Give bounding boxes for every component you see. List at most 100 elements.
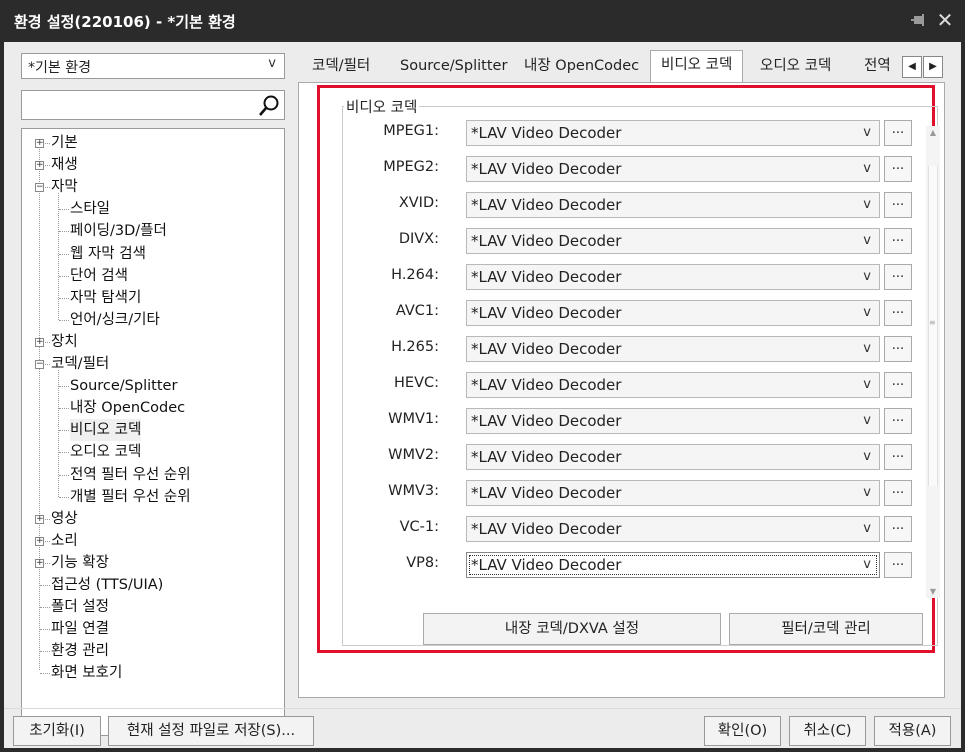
- tree-item[interactable]: 스타일: [70, 198, 110, 220]
- divider: [4, 708, 961, 709]
- chevron-down-icon: v: [863, 485, 871, 500]
- codec-dropdown-value: *LAV Video Decoder: [471, 232, 622, 250]
- tree-item[interactable]: 자막 탐색기: [70, 287, 141, 309]
- codec-settings-button[interactable]: ...: [884, 516, 912, 542]
- codec-label: XVID:: [398, 195, 439, 211]
- tree-connector: [59, 430, 69, 432]
- codec-dropdown[interactable]: *LAV Video Decoder v: [466, 228, 880, 254]
- close-icon[interactable]: ✕: [934, 8, 956, 32]
- tab-item[interactable]: 전역: [854, 52, 901, 82]
- tree-item[interactable]: 파일 연결: [51, 618, 109, 640]
- codec-settings-button[interactable]: ...: [884, 228, 912, 254]
- tree-connector: [59, 209, 69, 211]
- codec-settings-button[interactable]: ...: [884, 156, 912, 182]
- tab-item[interactable]: 내장 OpenCodec: [514, 52, 649, 82]
- expand-toggle-icon[interactable]: +: [35, 161, 44, 171]
- codec-label: VP8:: [406, 555, 439, 571]
- tab-item[interactable]: 코덱/필터: [302, 52, 380, 82]
- tree-item[interactable]: 페이딩/3D/플더: [70, 220, 167, 242]
- tree-connector: [59, 496, 69, 498]
- expand-toggle-icon[interactable]: +: [35, 558, 44, 568]
- vertical-scrollbar[interactable]: ▲ ≡ ▼: [926, 126, 940, 598]
- tree-item[interactable]: 언어/싱크/기타: [70, 309, 160, 331]
- codec-dropdown[interactable]: *LAV Video Decoder v: [466, 372, 880, 398]
- tree-item[interactable]: 웹 자막 검색: [70, 243, 146, 265]
- tree-item[interactable]: 내장 OpenCodec: [70, 397, 185, 419]
- tree-item[interactable]: 개별 필터 우선 순위: [70, 486, 191, 508]
- tree-item[interactable]: 전역 필터 우선 순위: [70, 464, 191, 486]
- tree-item[interactable]: 환경 관리: [51, 640, 109, 662]
- codec-dropdown-value: *LAV Video Decoder: [471, 124, 622, 142]
- tree-item[interactable]: 단어 검색: [70, 265, 128, 287]
- tree-item[interactable]: 비디오 코덱: [70, 419, 142, 442]
- codec-dropdown[interactable]: *LAV Video Decoder v: [466, 408, 880, 434]
- ok-button[interactable]: 확인(O): [704, 716, 781, 746]
- tree-item[interactable]: 장치: [51, 331, 78, 353]
- search-icon[interactable]: [257, 94, 281, 118]
- tree-item[interactable]: 기본: [51, 132, 78, 154]
- tree-item[interactable]: 폴더 설정: [51, 596, 109, 618]
- expand-toggle-icon[interactable]: +: [35, 514, 44, 524]
- codec-label: AVC1:: [395, 303, 439, 319]
- tree-item[interactable]: 재생: [51, 154, 78, 176]
- tree-item[interactable]: 접근성 (TTS/UIA): [51, 574, 163, 596]
- reset-button[interactable]: 초기화(I): [13, 716, 101, 746]
- codec-settings-button[interactable]: ...: [884, 336, 912, 362]
- window-title: 환경 설정(220106) - *기본 환경: [14, 13, 236, 31]
- codec-dropdown-value: *LAV Video Decoder: [471, 412, 622, 430]
- codec-dropdown-value: *LAV Video Decoder: [471, 376, 622, 394]
- codec-dropdown[interactable]: *LAV Video Decoder v: [466, 516, 880, 542]
- codec-dropdown[interactable]: *LAV Video Decoder v: [466, 300, 880, 326]
- codec-settings-button[interactable]: ...: [884, 264, 912, 290]
- tree-item[interactable]: Source/Splitter: [70, 375, 177, 397]
- expand-toggle-icon[interactable]: +: [35, 536, 44, 546]
- codec-settings-button[interactable]: ...: [884, 192, 912, 218]
- scroll-down-icon[interactable]: ▼: [928, 587, 938, 596]
- cancel-button[interactable]: 취소(C): [789, 716, 866, 746]
- codec-settings-button[interactable]: ...: [884, 300, 912, 326]
- profile-dropdown[interactable]: *기본 환경 v: [21, 53, 285, 79]
- search-input[interactable]: [21, 90, 285, 120]
- tree-connector: [59, 408, 69, 410]
- tree-connector: [59, 275, 69, 277]
- tree-item[interactable]: 화면 보호기: [51, 662, 122, 684]
- title-bar[interactable]: 환경 설정(220106) - *기본 환경 ✕: [0, 0, 965, 42]
- tree-item[interactable]: 코덱/필터: [51, 353, 109, 375]
- codec-dropdown[interactable]: *LAV Video Decoder v: [466, 552, 880, 578]
- save-as-button[interactable]: 현재 설정 파일로 저장(S)...: [108, 716, 314, 746]
- codec-settings-button[interactable]: ...: [884, 372, 912, 398]
- filter-manage-button[interactable]: 필터/코덱 관리: [729, 613, 923, 645]
- tab-item[interactable]: 오디오 코덱: [750, 52, 841, 82]
- tab-item[interactable]: 비디오 코덱: [650, 50, 744, 82]
- codec-settings-button[interactable]: ...: [884, 444, 912, 470]
- tree-item[interactable]: 영상: [51, 508, 78, 530]
- codec-dropdown[interactable]: *LAV Video Decoder v: [466, 480, 880, 506]
- builtin-dxva-button[interactable]: 내장 코덱/DXVA 설정: [423, 613, 721, 645]
- codec-dropdown[interactable]: *LAV Video Decoder v: [466, 192, 880, 218]
- tree-item[interactable]: 자막: [51, 176, 78, 198]
- tab-item[interactable]: Source/Splitter: [390, 52, 517, 82]
- codec-dropdown[interactable]: *LAV Video Decoder v: [466, 444, 880, 470]
- codec-dropdown[interactable]: *LAV Video Decoder v: [466, 336, 880, 362]
- codec-dropdown[interactable]: *LAV Video Decoder v: [466, 264, 880, 290]
- expand-toggle-icon[interactable]: −: [35, 360, 44, 369]
- apply-button[interactable]: 적용(A): [874, 716, 951, 746]
- tree-item[interactable]: 소리: [51, 530, 78, 552]
- scroll-up-icon[interactable]: ▲: [928, 128, 938, 137]
- tree-item[interactable]: 오디오 코덱: [70, 441, 141, 463]
- expand-toggle-icon[interactable]: +: [35, 139, 44, 148]
- codec-settings-button[interactable]: ...: [884, 480, 912, 506]
- codec-dropdown[interactable]: *LAV Video Decoder v: [466, 120, 880, 146]
- expand-toggle-icon[interactable]: +: [35, 337, 44, 347]
- pin-icon[interactable]: [908, 12, 928, 30]
- settings-tree[interactable]: + 기본 + 재생 − 자막 스타일 페이딩/3D/플더 웹 자막 검색 단어 검색 자막 탐색기 언…: [21, 128, 285, 736]
- tree-item[interactable]: 기능 확장: [51, 552, 109, 574]
- tab-scroll-left-icon[interactable]: ◀: [902, 56, 922, 78]
- tree-connector: [40, 607, 50, 609]
- codec-dropdown[interactable]: *LAV Video Decoder v: [466, 156, 880, 182]
- tab-scroll-right-icon[interactable]: ▶: [923, 56, 943, 78]
- codec-settings-button[interactable]: ...: [884, 552, 912, 578]
- expand-toggle-icon[interactable]: −: [35, 183, 44, 193]
- codec-settings-button[interactable]: ...: [884, 408, 912, 434]
- codec-settings-button[interactable]: ...: [884, 120, 912, 146]
